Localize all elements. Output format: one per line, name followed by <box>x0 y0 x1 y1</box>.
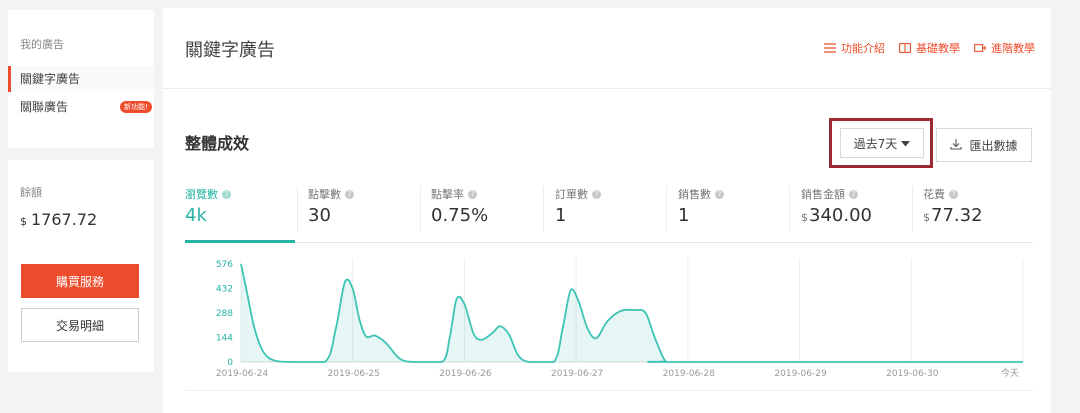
metrics-divider <box>185 242 1033 243</box>
sidebar-item-label: 關鍵字廣告 <box>20 72 81 86</box>
y-tick-label: 288 <box>216 309 233 319</box>
metric-number: 1 <box>555 205 567 226</box>
metric-impressions[interactable]: 瀏覽數? 4k <box>185 186 231 242</box>
x-tick-label: 2019-06-24 <box>216 369 269 379</box>
date-range-select[interactable]: 過去7天 <box>840 128 924 158</box>
advanced-tutorial-link[interactable]: 進階教學 <box>974 40 1035 56</box>
metric-clicks[interactable]: 點擊數? 30 <box>308 186 354 242</box>
main-panel: 關鍵字廣告 功能介紹 基礎教學 進階教學 整體成效 過去7天 匯出數據 瀏覽數 … <box>163 8 1051 413</box>
metric-spend[interactable]: 花費? $77.32 <box>923 186 983 242</box>
help-icon[interactable]: ? <box>849 189 858 199</box>
basic-tutorial-link[interactable]: 基礎教學 <box>899 40 960 56</box>
feature-intro-link[interactable]: 功能介紹 <box>824 40 885 56</box>
help-icon[interactable]: ? <box>949 189 958 199</box>
metric-label: 銷售金額 <box>801 188 845 201</box>
caret-down-icon <box>901 136 911 150</box>
advanced-tutorial-label: 進階教學 <box>991 42 1035 55</box>
help-icon[interactable]: ? <box>715 189 724 199</box>
help-icon[interactable]: ? <box>345 189 354 199</box>
metric-number: 30 <box>308 205 331 226</box>
metric-currency: $ <box>923 211 930 224</box>
y-tick-label: 432 <box>216 285 233 295</box>
help-icon[interactable]: ? <box>222 189 231 199</box>
metric-value: 0.75% <box>431 205 488 226</box>
book-icon <box>899 43 911 53</box>
header-divider <box>163 88 1051 89</box>
video-icon <box>974 43 986 53</box>
balance-card: 餘額 $1767.72 購買服務 交易明細 <box>8 160 154 372</box>
balance-currency: $ <box>20 215 27 228</box>
metric-label: 點擊數 <box>308 188 341 201</box>
help-links: 功能介紹 基礎教學 進階教學 <box>824 40 1035 56</box>
metric-label: 銷售數 <box>678 188 711 201</box>
x-tick-label: 2019-06-28 <box>663 369 716 379</box>
feature-intro-label: 功能介紹 <box>841 42 885 55</box>
section-title: 整體成效 <box>185 134 250 153</box>
x-tick-label: 2019-06-25 <box>328 369 380 379</box>
basic-tutorial-label: 基礎教學 <box>916 42 960 55</box>
balance-label: 餘額 <box>20 186 42 199</box>
metric-divider <box>297 186 298 232</box>
export-label: 匯出數據 <box>969 138 1018 153</box>
metric-divider <box>789 186 790 232</box>
balance-value: $1767.72 <box>20 210 97 229</box>
sidebar-item-keyword-ads[interactable]: 關鍵字廣告 <box>8 66 154 92</box>
metric-number: 0.75% <box>431 205 489 226</box>
metric-label: 花費 <box>923 188 945 201</box>
metric-value: $77.32 <box>923 205 983 226</box>
metric-label: 點擊率 <box>431 188 464 201</box>
metric-items-sold[interactable]: 銷售數? 1 <box>678 186 724 242</box>
metric-divider <box>420 186 421 232</box>
metric-number: 4k <box>185 205 207 226</box>
metric-value: 1 <box>678 205 724 226</box>
metric-sales-amount[interactable]: 銷售金額? $340.00 <box>801 186 872 242</box>
metric-value: 1 <box>555 205 601 226</box>
transaction-details-button[interactable]: 交易明細 <box>21 308 139 342</box>
metric-divider <box>543 186 544 232</box>
metric-ctr[interactable]: 點擊率? 0.75% <box>431 186 488 242</box>
date-range-value: 過去7天 <box>853 136 898 151</box>
sidebar-nav: 我的廣告 關鍵字廣告 關聯廣告 新功能! <box>8 10 154 148</box>
x-tick-label: 2019-06-30 <box>886 369 939 379</box>
buy-service-button[interactable]: 購買服務 <box>21 264 139 298</box>
sidebar-section-label: 我的廣告 <box>20 38 64 51</box>
ads-dashboard: 我的廣告 關鍵字廣告 關聯廣告 新功能! 餘額 $1767.72 購買服務 交易… <box>0 0 1080 413</box>
y-tick-label: 0 <box>227 358 233 368</box>
new-feature-badge: 新功能! <box>120 101 152 113</box>
metric-value: 30 <box>308 205 354 226</box>
x-tick-label: 2019-06-27 <box>551 369 603 379</box>
metric-number: 340.00 <box>809 205 872 226</box>
x-tick-label: 2019-06-26 <box>439 369 492 379</box>
metric-currency: $ <box>801 211 808 224</box>
metric-divider <box>912 186 913 232</box>
help-icon[interactable]: ? <box>592 189 601 199</box>
download-icon <box>950 138 963 153</box>
sidebar-item-related-ads[interactable]: 關聯廣告 新功能! <box>8 94 154 120</box>
chart-footer-divider <box>185 390 1033 391</box>
active-metric-indicator <box>185 240 295 243</box>
y-tick-label: 144 <box>216 334 233 344</box>
x-tick-label: 2019-06-29 <box>774 369 827 379</box>
sidebar-item-label: 關聯廣告 <box>20 100 69 114</box>
metric-number: 1 <box>678 205 690 226</box>
help-icon[interactable]: ? <box>468 189 477 199</box>
metric-orders[interactable]: 訂單數? 1 <box>555 186 601 242</box>
page-title: 關鍵字廣告 <box>185 40 275 61</box>
metric-label: 訂單數 <box>555 188 588 201</box>
list-icon <box>824 43 836 53</box>
metric-number: 77.32 <box>931 205 983 226</box>
metric-value: 4k <box>185 205 231 226</box>
metric-divider <box>666 186 667 232</box>
export-data-button[interactable]: 匯出數據 <box>936 128 1032 162</box>
x-tick-label: 今天 <box>1001 367 1019 379</box>
metrics-row: 瀏覽數? 4k 點擊數? 30 點擊率? 0.75% 訂單數? 1 銷售數? 1 <box>163 186 1051 242</box>
metric-value: $340.00 <box>801 205 872 226</box>
balance-amount: 1767.72 <box>31 210 98 229</box>
impressions-chart: 0 144 288 432 576 2019-06-24 2019-06-25 2019-06… <box>216 258 1024 379</box>
y-tick-label: 576 <box>216 260 233 270</box>
metric-label: 瀏覽數 <box>185 188 218 201</box>
